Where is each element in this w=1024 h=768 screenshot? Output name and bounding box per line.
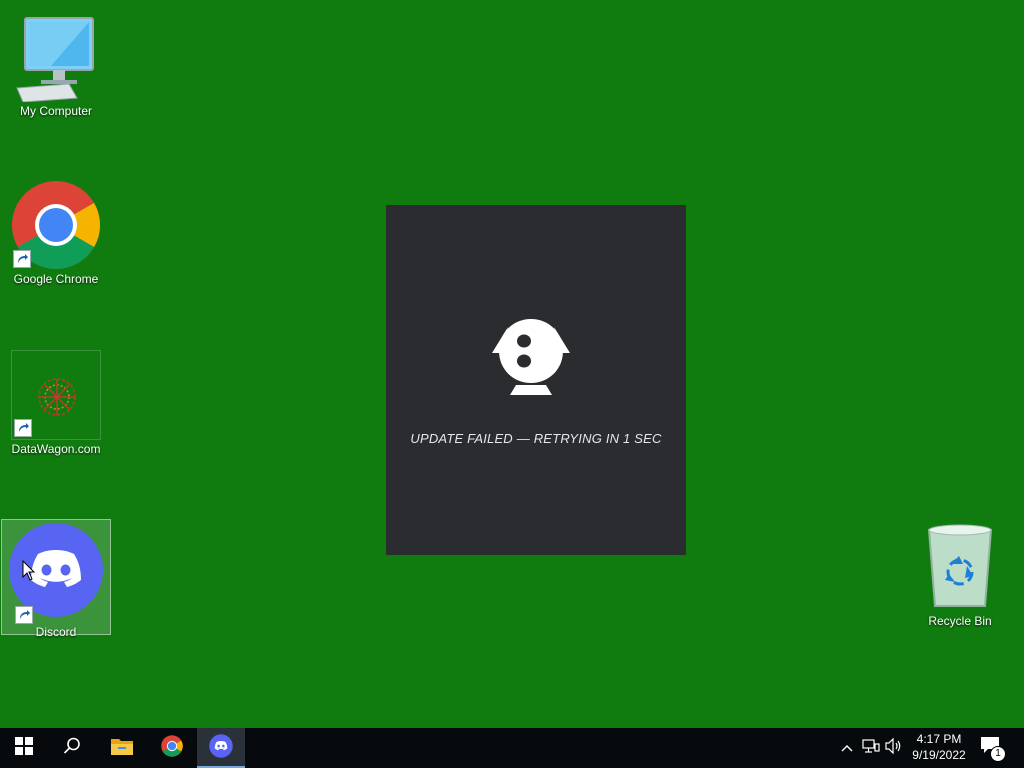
desktop-icon-label: Recycle Bin xyxy=(928,614,992,628)
chrome-icon xyxy=(161,734,183,762)
taskbar-clock[interactable]: 4:17 PM 9/19/2022 xyxy=(906,731,972,763)
volume-icon xyxy=(885,737,903,759)
datawagon-icon xyxy=(11,350,101,440)
mouse-cursor-icon xyxy=(22,559,36,582)
desktop-icon-my-computer[interactable]: My Computer xyxy=(6,12,106,118)
chevron-up-icon xyxy=(841,739,853,757)
update-status-text: UPDATE FAILED — RETRYING IN 1 SEC xyxy=(410,431,662,446)
computer-icon xyxy=(11,12,101,103)
shortcut-arrow-icon xyxy=(14,419,32,437)
chrome-icon xyxy=(11,180,101,270)
shortcut-arrow-icon xyxy=(15,606,33,624)
network-button[interactable] xyxy=(861,738,881,758)
recycle-bin-icon xyxy=(915,522,1005,612)
notification-count-badge: 1 xyxy=(990,746,1006,762)
desktop-icon-label: My Computer xyxy=(19,104,93,118)
desktop-icon-label: Google Chrome xyxy=(13,272,99,286)
network-icon xyxy=(862,738,880,759)
start-button[interactable] xyxy=(0,728,48,768)
desktop-icon-recycle-bin[interactable]: Recycle Bin xyxy=(910,522,1010,628)
file-explorer-icon xyxy=(110,736,134,761)
desktop-icon-datawagon[interactable]: DataWagon.com xyxy=(6,350,106,456)
discord-update-logo-icon xyxy=(486,313,576,399)
windows-start-icon xyxy=(15,736,33,760)
clock-time: 4:17 PM xyxy=(916,732,962,746)
action-center-button[interactable]: 1 xyxy=(980,736,1006,762)
file-explorer-button[interactable] xyxy=(98,728,146,768)
volume-button[interactable] xyxy=(884,737,904,759)
desktop-icon-label: Discord xyxy=(35,625,77,639)
search-icon xyxy=(63,737,81,760)
discord-update-window: UPDATE FAILED — RETRYING IN 1 SEC xyxy=(386,205,686,555)
chrome-taskbar-button[interactable] xyxy=(148,728,196,768)
desktop-icon-discord[interactable]: Discord xyxy=(1,519,111,639)
desktop-icon-label: DataWagon.com xyxy=(11,442,101,456)
clock-date: 9/19/2022 xyxy=(912,748,966,762)
taskbar: 4:17 PM 9/19/2022 1 xyxy=(0,728,1024,768)
show-hidden-icons-button[interactable] xyxy=(837,738,857,758)
discord-icon xyxy=(209,733,233,763)
search-button[interactable] xyxy=(48,728,96,768)
desktop-icon-google-chrome[interactable]: Google Chrome xyxy=(6,180,106,286)
shortcut-arrow-icon xyxy=(13,250,31,268)
discord-taskbar-button[interactable] xyxy=(197,728,245,768)
